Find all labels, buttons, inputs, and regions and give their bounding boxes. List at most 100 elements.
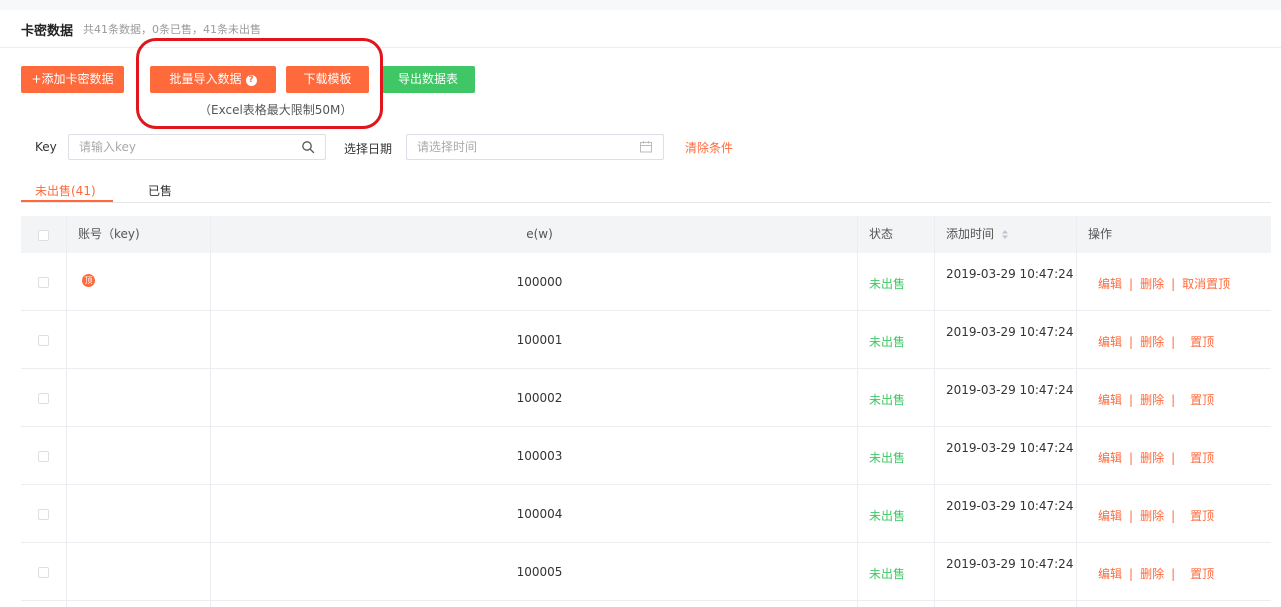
- tabs-divider: [21, 202, 1271, 203]
- added-time: 2019-03-29 10:47:24: [946, 383, 1074, 397]
- table-row: 100004 未出售 2019-03-29 10:47:24 编辑 | 删除 | 置顶: [21, 485, 1271, 543]
- table-row: 顶 100000 未出售 2019-03-29 10:47:24 编辑 | 删除 | 取消置顶: [21, 253, 1271, 311]
- table-row: 100002 未出售 2019-03-29 10:47:24 编辑 | 删除 | 置顶: [21, 369, 1271, 427]
- separator: |: [1171, 277, 1176, 291]
- separator: |: [1129, 567, 1134, 581]
- delete-link[interactable]: 删除: [1140, 567, 1164, 581]
- table-row: 100003 未出售 2019-03-29 10:47:24 编辑 | 删除 | 置顶: [21, 427, 1271, 485]
- added-time: 2019-03-29 10:47:24: [946, 441, 1074, 455]
- column-divider: [857, 216, 858, 607]
- help-icon[interactable]: ?: [245, 75, 257, 86]
- pin-link[interactable]: 置顶: [1190, 393, 1214, 407]
- column-header-key: 账号（key): [78, 227, 140, 241]
- unpin-link[interactable]: 取消置顶: [1182, 277, 1230, 291]
- separator: |: [1129, 509, 1134, 523]
- row-actions: 编辑 | 删除 | 置顶: [1098, 507, 1214, 524]
- download-template-label: 下载模板: [303, 72, 352, 86]
- row-actions: 编辑 | 删除 | 置顶: [1098, 333, 1214, 350]
- header-divider: [0, 47, 1281, 48]
- row-checkbox[interactable]: [38, 335, 49, 346]
- data-summary: 共41条数据，0条已售，41条未出售: [83, 23, 261, 36]
- column-divider: [66, 216, 67, 607]
- ew-value: 100001: [516, 333, 563, 347]
- added-time: 2019-03-29 10:47:24: [946, 325, 1074, 339]
- add-card-data-label: +添加卡密数据: [31, 72, 114, 86]
- separator: |: [1129, 277, 1134, 291]
- export-table-button[interactable]: 导出数据表: [381, 66, 475, 93]
- key-label: Key: [35, 140, 57, 154]
- download-template-button[interactable]: 下载模板: [286, 66, 369, 93]
- tab-sold[interactable]: 已售: [148, 182, 172, 199]
- column-header-actions: 操作: [1088, 227, 1113, 241]
- edit-link[interactable]: 编辑: [1098, 393, 1122, 407]
- file-size-limit-note: （Excel表格最大限制50M）: [199, 103, 353, 117]
- pin-link[interactable]: 置顶: [1190, 335, 1214, 349]
- added-time: 2019-03-29 10:47:24: [946, 499, 1074, 513]
- row-checkbox[interactable]: [38, 393, 49, 404]
- column-header-added-time[interactable]: 添加时间: [946, 216, 1009, 253]
- column-divider: [934, 216, 935, 607]
- delete-link[interactable]: 删除: [1140, 451, 1164, 465]
- tab-unsold[interactable]: 未出售(41): [35, 182, 96, 199]
- table-row: 100001 未出售 2019-03-29 10:47:24 编辑 | 删除 | 置顶: [21, 311, 1271, 369]
- batch-import-label: 批量导入数据: [169, 72, 242, 86]
- added-time-label: 添加时间: [946, 227, 995, 241]
- row-checkbox[interactable]: [38, 509, 49, 520]
- ew-value: 100003: [516, 449, 563, 463]
- pin-link[interactable]: 置顶: [1190, 509, 1214, 523]
- sort-icon[interactable]: [1002, 230, 1009, 239]
- column-header-status: 状态: [869, 227, 894, 241]
- pin-link[interactable]: 置顶: [1190, 451, 1214, 465]
- row-checkbox[interactable]: [38, 277, 49, 288]
- ew-value: 100000: [516, 275, 563, 289]
- status-text: 未出售: [869, 335, 906, 349]
- clear-filters-link[interactable]: 清除条件: [685, 139, 733, 156]
- calendar-icon[interactable]: [639, 140, 653, 154]
- edit-link[interactable]: 编辑: [1098, 335, 1122, 349]
- row-actions: 编辑 | 删除 | 置顶: [1098, 449, 1214, 466]
- page-title: 卡密数据: [21, 24, 74, 39]
- added-time: 2019-03-29 10:47:24: [946, 557, 1074, 571]
- ew-value: 100004: [516, 507, 563, 521]
- export-table-label: 导出数据表: [397, 72, 458, 86]
- separator: |: [1171, 393, 1176, 407]
- row-actions: 编辑 | 删除 | 取消置顶: [1098, 275, 1230, 292]
- edit-link[interactable]: 编辑: [1098, 451, 1122, 465]
- table-row: 100005 未出售 2019-03-29 10:47:24 编辑 | 删除 | 置顶: [21, 543, 1271, 601]
- select-all-checkbox[interactable]: [38, 230, 49, 241]
- search-icon[interactable]: [301, 140, 315, 154]
- date-input-wrapper: [406, 134, 664, 160]
- key-search-input[interactable]: [69, 135, 325, 159]
- row-checkbox[interactable]: [38, 451, 49, 462]
- edit-link[interactable]: 编辑: [1098, 509, 1122, 523]
- separator: |: [1171, 335, 1176, 349]
- add-card-data-button[interactable]: +添加卡密数据: [21, 66, 124, 93]
- key-input-wrapper: [68, 134, 326, 160]
- row-actions: 编辑 | 删除 | 置顶: [1098, 565, 1214, 582]
- ew-value: 100005: [516, 565, 563, 579]
- delete-link[interactable]: 删除: [1140, 277, 1164, 291]
- pinned-badge-icon: 顶: [82, 274, 95, 287]
- row-checkbox[interactable]: [38, 567, 49, 578]
- delete-link[interactable]: 删除: [1140, 393, 1164, 407]
- added-time: 2019-03-29 10:47:24: [946, 267, 1074, 281]
- edit-link[interactable]: 编辑: [1098, 277, 1122, 291]
- column-divider: [1076, 216, 1077, 607]
- edit-link[interactable]: 编辑: [1098, 567, 1122, 581]
- delete-link[interactable]: 删除: [1140, 335, 1164, 349]
- table-header: 账号（key) e(w) 状态 添加时间 操作: [21, 216, 1271, 253]
- status-text: 未出售: [869, 509, 906, 523]
- status-text: 未出售: [869, 451, 906, 465]
- status-text: 未出售: [869, 277, 906, 291]
- ew-value: 100002: [516, 391, 563, 405]
- separator: |: [1129, 393, 1134, 407]
- date-label: 选择日期: [344, 142, 393, 156]
- date-picker-input[interactable]: [407, 135, 663, 159]
- delete-link[interactable]: 删除: [1140, 509, 1164, 523]
- separator: |: [1129, 335, 1134, 349]
- pin-link[interactable]: 置顶: [1190, 567, 1214, 581]
- status-text: 未出售: [869, 393, 906, 407]
- batch-import-button[interactable]: 批量导入数据?: [150, 66, 276, 93]
- separator: |: [1129, 451, 1134, 465]
- status-text: 未出售: [869, 567, 906, 581]
